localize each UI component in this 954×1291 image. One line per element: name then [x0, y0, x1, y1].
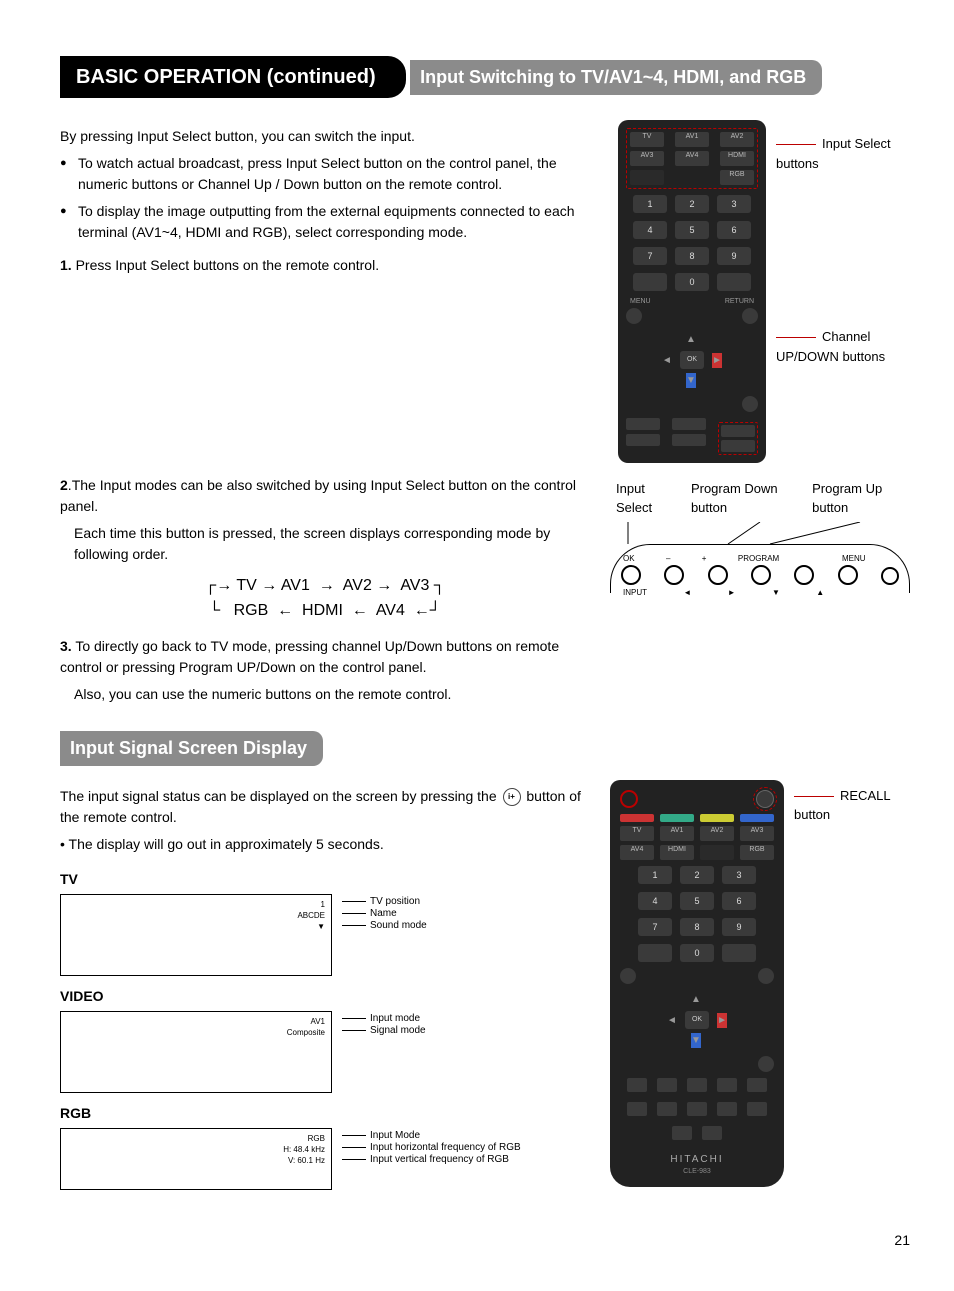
remote-full-illustration: TV AV1 AV2 AV3 AV4 HDMI RGB 1 2 3 4 5 6 … — [610, 780, 784, 1188]
panel-prog-up — [794, 565, 814, 585]
panel-vol-down — [664, 565, 684, 585]
sec1-bullet2: To display the image outputting from the… — [60, 201, 590, 243]
remote-num-4: 4 — [633, 221, 667, 239]
remote-btn-blank — [630, 170, 664, 185]
chapter-heading: BASIC OPERATION (continued) — [60, 56, 406, 98]
osd-video-callouts: Input mode Signal mode — [342, 1013, 426, 1037]
panel-label-prog-down: Program Down button — [691, 479, 792, 518]
remote-btn-av3: AV3 — [630, 151, 664, 166]
input-cycle-diagram: ┌→ TV → AV1 → AV2 → AV3 ┐ └ RGB ← HDMI ←… — [60, 573, 590, 624]
panel-label-prog-up: Program Up button — [812, 479, 900, 518]
remote-num-2: 2 — [675, 195, 709, 213]
channel-updown-highlight — [718, 422, 758, 455]
sec1-step3a: 3. To directly go back to TV mode, press… — [60, 636, 590, 678]
pmode-icon — [742, 396, 758, 412]
power-icon — [620, 790, 638, 808]
remote-btn-av2: AV2 — [720, 132, 754, 147]
remote-num-5: 5 — [675, 221, 709, 239]
brand-label: HITACHI — [620, 1152, 774, 1167]
return-icon — [742, 308, 758, 324]
blue-button — [740, 814, 774, 822]
section2-heading: Input Signal Screen Display — [60, 731, 323, 766]
remote-btn-rgb: RGB — [720, 170, 754, 185]
green-button — [660, 814, 694, 822]
ok-button: OK — [685, 1011, 709, 1029]
remote-num-0: 0 — [675, 273, 709, 291]
remote-btn-hdmi: HDMI — [720, 151, 754, 166]
remote-top-illustration: TV AV1 AV2 AV3 AV4 HDMI RGB 1 2 3 4 5 6 … — [618, 120, 766, 463]
sec2-intro: The input signal status can be displayed… — [60, 786, 590, 828]
remote-num-6: 6 — [717, 221, 751, 239]
osd-rgb-label: RGB — [60, 1103, 590, 1124]
panel-prog-down — [751, 565, 771, 585]
yellow-button — [700, 814, 734, 822]
osd-rgb-box: RGB H: 48.4 kHz V: 60.1 Hz — [60, 1128, 332, 1190]
callout-recall: RECALL button — [794, 786, 910, 825]
ch-down-btn — [721, 440, 755, 452]
sec1-intro: By pressing Input Select button, you can… — [60, 126, 590, 147]
sec1-step3b: Also, you can use the numeric buttons on… — [74, 684, 590, 705]
sec2-bullet1: • The display will go out in approximate… — [60, 834, 590, 855]
remote-num-1: 1 — [633, 195, 667, 213]
sec1-bullet1: To watch actual broadcast, press Input S… — [60, 153, 590, 195]
osd-rgb-callouts: Input Mode Input horizontal frequency of… — [342, 1130, 521, 1166]
panel-ok-btn — [621, 565, 641, 585]
sec1-step2a: 2.The Input modes can be also switched b… — [60, 475, 590, 517]
recall-icon: i+ — [503, 788, 521, 806]
panel-vol-up — [708, 565, 728, 585]
recall-button-highlight — [756, 790, 774, 808]
ch-up-btn — [721, 425, 755, 437]
ok-button: OK — [680, 351, 704, 369]
osd-tv-label: TV — [60, 869, 590, 890]
red-button — [620, 814, 654, 822]
remote-num-7: 7 — [633, 247, 667, 265]
section1-heading: Input Switching to TV/AV1~4, HDMI, and R… — [410, 60, 822, 95]
sec1-step1: 1. Press Input Select buttons on the rem… — [60, 255, 590, 276]
osd-tv-box: 1 ABCDE ▼ — [60, 894, 332, 976]
panel-menu-btn — [838, 565, 858, 585]
panel-power-btn — [881, 567, 899, 585]
dpad: ▲▼◄► OK — [652, 330, 732, 390]
menu-icon — [620, 968, 636, 984]
dpad: ▲▼◄► OK — [657, 990, 737, 1050]
sec1-step2b: Each time this button is pressed, the sc… — [74, 523, 590, 565]
return-icon — [758, 968, 774, 984]
osd-video-box: AV1 Composite — [60, 1011, 332, 1093]
page-number: 21 — [60, 1230, 910, 1251]
panel-lead-lines — [610, 522, 910, 544]
remote-num-9: 9 — [717, 247, 751, 265]
callout-input-select: Input Select buttons — [776, 134, 910, 173]
panel-label-input-select: Input Select — [616, 479, 671, 518]
osd-video-label: VIDEO — [60, 986, 590, 1007]
remote-btn-av4: AV4 — [675, 151, 709, 166]
menu-icon — [626, 308, 642, 324]
model-label: CLE-983 — [620, 1167, 774, 1178]
osd-tv-callouts: TV position Name Sound mode — [342, 896, 427, 932]
callout-channel: Channel UP/DOWN buttons — [776, 327, 910, 366]
control-panel-illustration: Input Select Program Down button Program… — [610, 479, 910, 593]
remote-btn-tv: TV — [630, 132, 664, 147]
input-select-highlight: TV AV1 AV2 AV3 AV4 HDMI RGB — [626, 128, 758, 189]
remote-num-3: 3 — [717, 195, 751, 213]
remote-num-dash — [633, 273, 667, 291]
remote-btn-av1: AV1 — [675, 132, 709, 147]
remote-num-8: 8 — [675, 247, 709, 265]
remote-num-ent — [717, 273, 751, 291]
